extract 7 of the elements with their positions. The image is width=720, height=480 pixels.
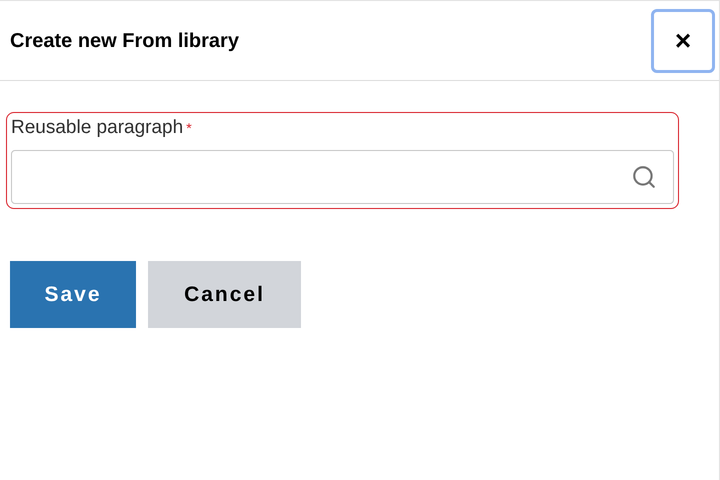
save-button[interactable]: Save <box>10 261 136 328</box>
dialog-title: Create new From library <box>10 28 239 54</box>
search-icon <box>631 164 657 190</box>
close-button[interactable]: × <box>651 8 715 72</box>
search-field[interactable] <box>11 150 674 204</box>
cancel-button[interactable]: Cancel <box>148 261 301 328</box>
field-label: Reusable paragraph* <box>11 116 193 140</box>
